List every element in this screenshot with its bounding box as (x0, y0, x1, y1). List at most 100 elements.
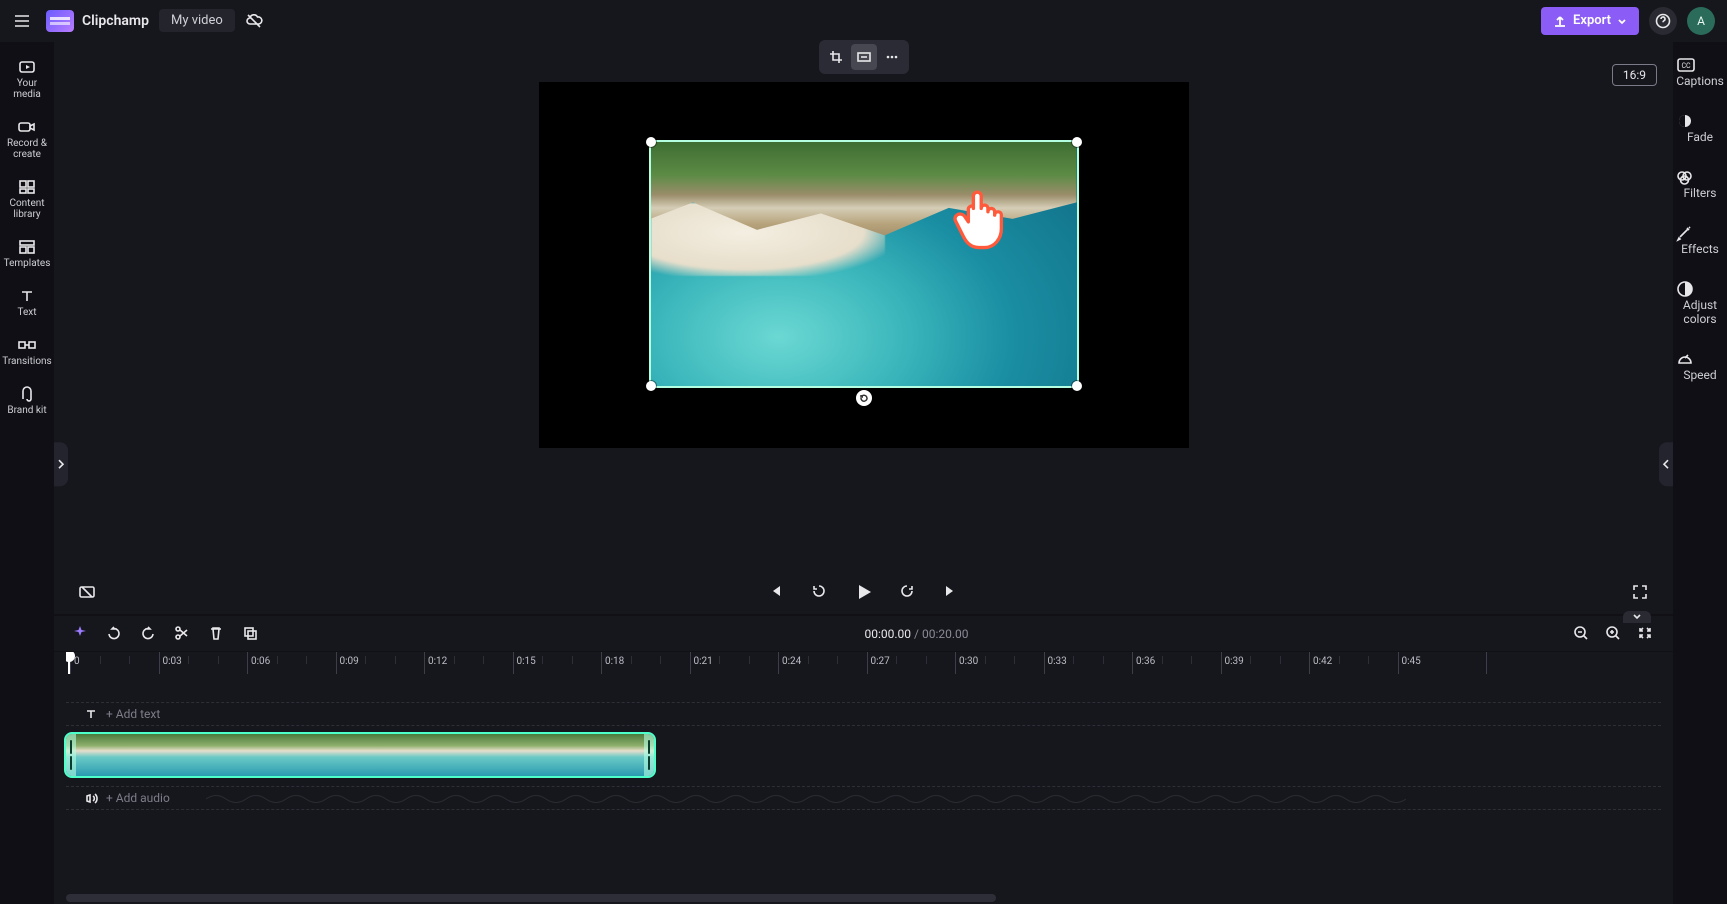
timeline-toolbar: 00:00.00 / 00:20.00 (54, 616, 1673, 652)
timecode-total: 00:20.00 (922, 627, 969, 641)
more-options-button[interactable] (879, 44, 905, 70)
ruler-label: 0:36 (1136, 656, 1155, 667)
preview-zone: 16:9 Fit (54, 42, 1673, 570)
floating-clip-toolbar (819, 40, 909, 74)
resize-handle-bl[interactable] (646, 381, 656, 391)
nav-label: Text (2, 307, 52, 318)
nav-transitions[interactable]: Transitions (0, 328, 54, 377)
prop-label: Speed (1675, 368, 1725, 382)
zoom-in-button[interactable] (1605, 625, 1623, 643)
brand-name: Clipchamp (82, 13, 149, 29)
center-pane: 16:9 Fit (54, 42, 1673, 904)
split-button[interactable] (174, 625, 192, 643)
ruler-label: 0:21 (694, 656, 713, 667)
resize-handle-tl[interactable] (646, 137, 656, 147)
prop-label: Adjust colors (1675, 298, 1725, 326)
skip-end-button[interactable] (943, 583, 961, 601)
resize-handle-tr[interactable] (1072, 137, 1082, 147)
prop-adjust-colors[interactable]: Adjust colors (1673, 274, 1727, 334)
add-text-track[interactable]: + Add text (66, 702, 1661, 726)
undo-button[interactable] (106, 625, 124, 643)
add-audio-track[interactable]: + Add audio (66, 786, 1661, 810)
menu-button[interactable] (8, 7, 36, 35)
ruler-label: 0:27 (871, 656, 890, 667)
preview-stage[interactable] (539, 82, 1189, 448)
ruler-label: 0:45 (1402, 656, 1421, 667)
ai-sparkle-button[interactable] (72, 625, 90, 643)
ruler-label: 0:30 (959, 656, 978, 667)
video-clip[interactable] (66, 734, 654, 776)
ruler-label: 0:24 (782, 656, 801, 667)
zoom-out-button[interactable] (1573, 625, 1591, 643)
add-text-label: + Add text (106, 707, 160, 721)
timecode-sep: / (911, 627, 922, 641)
timecode-display: 00:00.00 / 00:20.00 (276, 627, 1557, 641)
ruler-label: 0:03 (163, 656, 182, 667)
forward-button[interactable] (899, 583, 917, 601)
ruler-label: 0:15 (517, 656, 536, 667)
fit-button[interactable] (851, 44, 877, 70)
fullscreen-button[interactable] (1631, 583, 1649, 601)
ruler-label: 0:06 (251, 656, 270, 667)
selected-clip-frame[interactable] (651, 142, 1077, 386)
nav-text[interactable]: Text (0, 279, 54, 328)
audio-waveform-placeholder (206, 791, 1406, 807)
export-button[interactable]: Export (1541, 7, 1639, 35)
prop-speed[interactable]: Speed (1673, 344, 1727, 390)
timeline-tracks: + Add text + Add audio (54, 674, 1673, 904)
prop-label: Captions (1675, 74, 1725, 88)
ruler-label: 0:18 (605, 656, 624, 667)
playback-bar (54, 570, 1673, 614)
duplicate-button[interactable] (242, 625, 260, 643)
prop-label: Effects (1675, 242, 1725, 256)
ruler-label: 0:39 (1225, 656, 1244, 667)
left-nav-rail: Your media Record & create Content libra… (0, 42, 54, 904)
play-button[interactable] (855, 583, 873, 601)
project-name-button[interactable]: My video (159, 9, 235, 32)
collapse-timeline-button[interactable] (1623, 611, 1651, 623)
expand-left-panel-button[interactable] (54, 442, 68, 486)
nav-templates[interactable]: Templates (0, 230, 54, 279)
timeline-horizontal-scrollbar[interactable] (66, 894, 996, 902)
nav-label: Brand kit (2, 405, 52, 416)
nav-record-create[interactable]: Record & create (0, 110, 54, 170)
prop-fade[interactable]: Fade (1673, 106, 1727, 152)
account-avatar[interactable]: A (1687, 7, 1715, 35)
ruler-label: 0:42 (1313, 656, 1332, 667)
help-button[interactable] (1649, 7, 1677, 35)
export-button-label: Export (1573, 13, 1611, 28)
prop-label: Filters (1675, 186, 1725, 200)
nav-label: Content library (2, 198, 52, 220)
redo-button[interactable] (140, 625, 158, 643)
nav-brand-kit[interactable]: Brand kit (0, 377, 54, 426)
topbar: Clipchamp My video Export A (0, 0, 1727, 42)
cloud-sync-off-icon[interactable] (245, 12, 263, 30)
timeline-ruler[interactable]: 00:030:060:090:120:150:180:210:240:270:3… (66, 652, 1661, 674)
svg-text:CC: CC (1681, 62, 1691, 70)
clip-preview-image (651, 142, 1077, 386)
clip-trim-left[interactable] (66, 734, 76, 776)
delete-button[interactable] (208, 625, 226, 643)
expand-right-panel-button[interactable] (1659, 442, 1673, 486)
clip-trim-right[interactable] (644, 734, 654, 776)
ruler-label: 0:09 (340, 656, 359, 667)
prop-effects[interactable]: Effects (1673, 218, 1727, 264)
rotate-handle[interactable] (856, 390, 872, 406)
zoom-fit-button[interactable] (1637, 625, 1655, 643)
prop-filters[interactable]: Filters (1673, 162, 1727, 208)
ruler-label: 0:33 (1048, 656, 1067, 667)
nav-label: Record & create (2, 138, 52, 160)
playhead[interactable] (68, 652, 70, 674)
hide-preview-button[interactable] (78, 583, 96, 601)
rewind-button[interactable] (811, 583, 829, 601)
nav-your-media[interactable]: Your media (0, 50, 54, 110)
skip-start-button[interactable] (767, 583, 785, 601)
aspect-ratio-button[interactable]: 16:9 (1612, 64, 1657, 86)
crop-button[interactable] (823, 44, 849, 70)
resize-handle-br[interactable] (1072, 381, 1082, 391)
nav-content-library[interactable]: Content library (0, 170, 54, 230)
timecode-current: 00:00.00 (865, 627, 912, 641)
prop-captions[interactable]: CC Captions (1673, 50, 1727, 96)
right-properties-rail: CC Captions Fade Filters Effects Adjust … (1673, 42, 1727, 904)
ruler-label: 0:12 (428, 656, 447, 667)
